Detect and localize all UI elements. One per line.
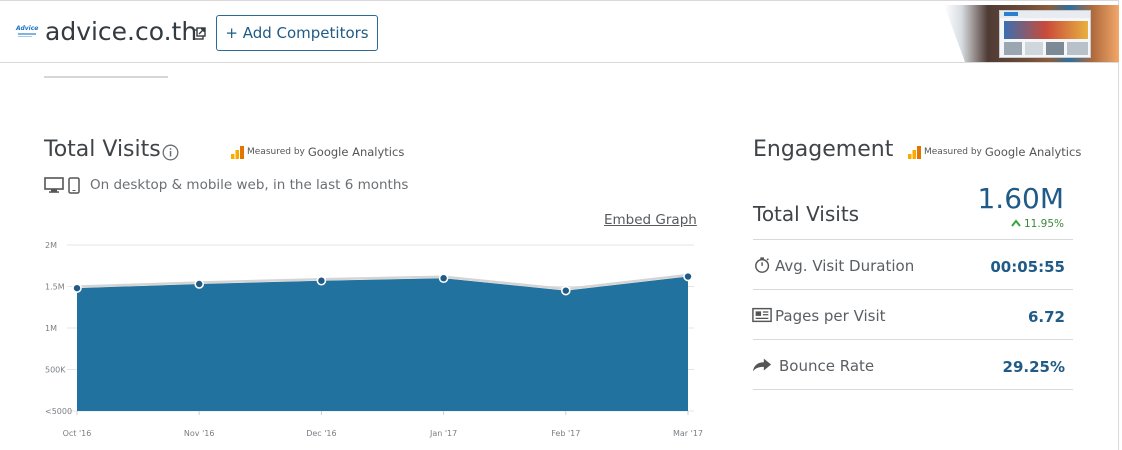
x-tick-label: Nov '16 bbox=[184, 429, 215, 438]
ga-brand-label: Google Analytics bbox=[307, 145, 405, 159]
google-analytics-icon bbox=[908, 145, 921, 159]
total-visits-change: 11.95% bbox=[1000, 218, 1064, 230]
site-thumbnail[interactable] bbox=[944, 5, 1119, 62]
y-tick-label: 1.5M bbox=[45, 283, 65, 292]
avg-visit-duration-label: Avg. Visit Duration bbox=[775, 257, 915, 275]
data-point bbox=[438, 273, 449, 284]
y-tick-label: 500K bbox=[45, 366, 66, 375]
area-series bbox=[77, 276, 688, 411]
add-competitors-button[interactable]: + Add Competitors bbox=[216, 15, 378, 51]
x-tick-label: Dec '16 bbox=[306, 429, 336, 438]
engagement-divider bbox=[753, 289, 1073, 290]
engagement-divider bbox=[753, 389, 1073, 390]
y-tick-label: <5000 bbox=[45, 407, 72, 416]
total-visits-chart[interactable]: 2M 1.5M 1M 500K <5000 Oct '16 Nov '16 Dec '16 Ja… bbox=[0, 230, 720, 450]
bounce-rate-value: 29.25% bbox=[1002, 358, 1065, 376]
bounce-arrow-icon bbox=[752, 358, 772, 372]
pages-per-visit-value: 6.72 bbox=[1027, 308, 1065, 326]
x-tick-label: Feb '17 bbox=[551, 429, 580, 438]
pages-per-visit-label: Pages per Visit bbox=[775, 307, 886, 325]
chart-subtitle: On desktop & mobile web, in the last 6 m… bbox=[90, 177, 409, 193]
x-tick-label: Mar '17 bbox=[673, 429, 703, 438]
site-favicon-icon: Advice bbox=[16, 26, 38, 40]
y-tick-label: 2M bbox=[45, 241, 57, 250]
x-tick-label: Jan '17 bbox=[429, 429, 457, 438]
data-point bbox=[194, 279, 204, 289]
data-point bbox=[683, 271, 693, 282]
engagement-ga-badge: Measured by Google Analytics bbox=[908, 145, 1081, 159]
favicon-text: Advice bbox=[16, 25, 39, 32]
site-header: Advice advice.co.th + Add Competitors bbox=[0, 0, 1119, 63]
ga-measured-label: Measured by bbox=[247, 147, 305, 157]
total-visits-title: Total Visits bbox=[44, 137, 161, 162]
data-point bbox=[560, 285, 571, 296]
ga-badge: Measured by Google Analytics bbox=[231, 145, 404, 159]
ga-measured-label: Measured by bbox=[924, 147, 982, 157]
engagement-total-visits-value: 1.60M bbox=[977, 182, 1064, 215]
info-icon[interactable] bbox=[162, 144, 179, 161]
mobile-icon bbox=[68, 176, 80, 194]
ga-brand-label: Google Analytics bbox=[984, 145, 1082, 159]
tab-underline bbox=[44, 76, 168, 78]
device-filter: On desktop & mobile web, in the last 6 m… bbox=[44, 176, 408, 194]
data-point bbox=[316, 275, 327, 286]
engagement-divider bbox=[753, 239, 1073, 240]
external-link-icon[interactable] bbox=[193, 27, 206, 40]
data-point bbox=[72, 283, 82, 293]
engagement-total-visits-label: Total Visits bbox=[753, 202, 860, 226]
desktop-icon bbox=[44, 177, 64, 193]
chevron-up-icon bbox=[1011, 219, 1021, 227]
pages-icon bbox=[752, 307, 772, 323]
total-visits-change-value: 11.95% bbox=[1023, 218, 1064, 230]
page-border bbox=[1118, 63, 1119, 450]
google-analytics-icon bbox=[231, 145, 244, 159]
y-tick-label: 1M bbox=[45, 324, 57, 333]
bounce-rate-label: Bounce Rate bbox=[779, 357, 875, 375]
engagement-divider bbox=[753, 339, 1073, 340]
x-tick-label: Oct '16 bbox=[63, 429, 92, 438]
embed-graph-link[interactable]: Embed Graph bbox=[604, 212, 697, 228]
site-name: advice.co.th bbox=[45, 17, 198, 46]
avg-visit-duration-value: 00:05:55 bbox=[990, 258, 1065, 276]
engagement-title: Engagement bbox=[753, 137, 894, 162]
stopwatch-icon bbox=[755, 257, 770, 273]
